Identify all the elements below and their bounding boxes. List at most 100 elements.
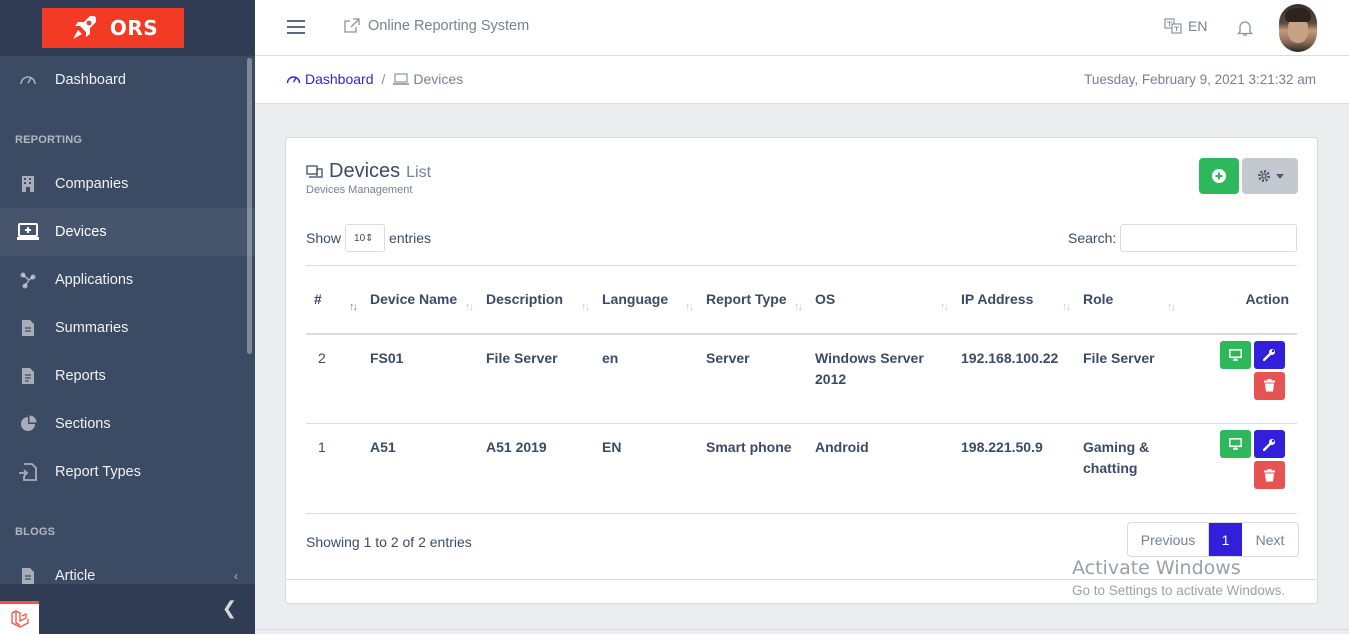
wrench-icon (1263, 349, 1275, 361)
col-header-language[interactable]: Language ↑↓ (594, 265, 698, 335)
sidebar-item-report-types[interactable]: Report Types (0, 448, 255, 496)
gear-icon (1257, 170, 1270, 182)
settings-dropdown-button[interactable] (1242, 158, 1298, 194)
breadcrumb-dashboard-link[interactable]: Dashboard (286, 71, 374, 87)
cell-num: 1 (306, 423, 362, 514)
col-header-num[interactable]: # ↑↓ (306, 265, 362, 335)
building-icon (17, 174, 39, 194)
card-subtitle: Devices Management (306, 184, 413, 196)
delete-device-button[interactable] (1254, 461, 1285, 489)
col-header-role[interactable]: Role ↑↓ (1075, 265, 1180, 335)
sidebar-item-dashboard[interactable]: Dashboard (0, 56, 255, 104)
sidebar-item-label: Companies (55, 176, 129, 192)
sidebar-footer: ❮ (0, 584, 255, 634)
col-header-os[interactable]: OS ↑↓ (807, 265, 953, 335)
show-label: Show (306, 230, 342, 246)
breadcrumb-dashboard-label: Dashboard (305, 71, 374, 87)
header-app-link[interactable]: Online Reporting System (344, 18, 529, 34)
sidebar-item-companies[interactable]: Companies (0, 160, 255, 208)
cell-report-type: Smart phone (698, 423, 807, 514)
sidebar-item-sections[interactable]: Sections (0, 400, 255, 448)
col-header-device-name[interactable]: Device Name ↑↓ (362, 265, 478, 335)
sort-icon: ↑↓ (1167, 300, 1176, 313)
cell-ip-address: 192.168.100.22 (953, 333, 1075, 424)
col-header-description[interactable]: Description ↑↓ (478, 265, 594, 335)
cell-language: EN (594, 423, 698, 514)
bell-icon[interactable] (1236, 19, 1254, 40)
laptop-icon (306, 164, 323, 178)
brand-text: ORS (109, 16, 159, 40)
pagination-page-1[interactable]: 1 (1209, 523, 1242, 556)
col-header-ip-address[interactable]: IP Address ↑↓ (953, 265, 1075, 335)
sidebar-item-label: Summaries (55, 320, 129, 336)
sidebar-item-label: Article (55, 568, 96, 584)
edit-device-button[interactable] (1254, 430, 1285, 458)
sidebar-item-reports[interactable]: Reports (0, 352, 255, 400)
breadcrumb-separator: / (381, 71, 386, 87)
footer-divider (255, 629, 1349, 630)
windows-activation-watermark: Activate Windows Go to Settings to activ… (1072, 557, 1285, 598)
cell-device-name: A51 (362, 423, 478, 514)
add-device-button[interactable] (1199, 158, 1239, 194)
card-title: Devices List (306, 160, 431, 183)
view-device-button[interactable] (1220, 430, 1251, 458)
sidebar-item-summaries[interactable]: Summaries (0, 304, 255, 352)
pagination-previous[interactable]: Previous (1128, 523, 1209, 556)
cell-actions (1180, 423, 1297, 514)
devices-table: # ↑↓ Device Name ↑↓ Description ↑↓ Language… (306, 265, 1297, 514)
trash-icon (1264, 468, 1275, 481)
col-header-report-type[interactable]: Report Type ↑↓ (698, 265, 807, 335)
document-icon (17, 318, 39, 338)
file-input-icon (17, 462, 39, 482)
laptop-icon (393, 72, 410, 85)
sort-icon: ↑↓ (794, 300, 803, 313)
sort-icon: ↑↓ (465, 300, 474, 313)
card-title-suffix: List (406, 164, 432, 181)
top-header: Online Reporting System EN (255, 0, 1349, 56)
translate-icon (1164, 18, 1182, 34)
entries-select[interactable]: 10 ⇕ (345, 224, 386, 252)
cell-num: 2 (306, 333, 362, 424)
pagination: Previous 1 Next (1127, 522, 1299, 557)
cell-description: A51 2019 (478, 423, 594, 514)
laptop-icon (17, 222, 39, 242)
cell-language: en (594, 333, 698, 424)
sidebar-brand[interactable]: ORS (0, 0, 255, 56)
watermark-subtitle: Go to Settings to activate Windows. (1072, 583, 1286, 598)
monitor-icon (1229, 438, 1242, 450)
sidebar-minimize-button[interactable]: ❮ (222, 598, 237, 619)
pagination-info: Showing 1 to 2 of 2 entries (306, 534, 472, 550)
pagination-next[interactable]: Next (1242, 523, 1298, 556)
laravel-icon[interactable] (0, 601, 39, 634)
sidebar-scrollbar[interactable] (247, 58, 252, 354)
sidebar-item-label: Devices (55, 224, 107, 240)
table-row: 2 FS01 File Server en Server Windows Ser… (306, 333, 1297, 424)
user-avatar[interactable] (1279, 4, 1317, 52)
cell-os: Android (807, 423, 953, 514)
chevron-left-icon: ‹ (234, 569, 238, 583)
edit-device-button[interactable] (1254, 340, 1285, 369)
delete-device-button[interactable] (1254, 371, 1285, 400)
brand-logo[interactable]: ORS (42, 8, 184, 48)
sidebar: ORS Dashboard REPORTING Companies Device… (0, 0, 255, 634)
cell-description: File Server (478, 333, 594, 424)
sidebar-item-applications[interactable]: Applications (0, 256, 255, 304)
sidebar-item-devices[interactable]: Devices (0, 208, 255, 256)
plus-circle-icon (1212, 169, 1226, 183)
breadcrumb-current: Devices (393, 71, 463, 87)
sidebar-item-label: Reports (55, 368, 106, 384)
sort-icon: ↑↓ (940, 300, 949, 313)
view-device-button[interactable] (1220, 340, 1251, 369)
speedometer-icon (286, 76, 301, 84)
devices-card: Devices List Devices Management Show 10 ⇕… (285, 137, 1318, 604)
entries-label: entries (389, 230, 432, 246)
caret-down-icon (1275, 173, 1284, 179)
language-switcher[interactable]: EN (1164, 18, 1207, 34)
watermark-title: Activate Windows (1072, 557, 1241, 579)
menu-toggle-button[interactable] (287, 20, 305, 38)
card-title-main: Devices (329, 160, 401, 182)
sidebar-item-label: Report Types (55, 464, 141, 480)
col-header-action: Action (1180, 265, 1297, 335)
subheader: Dashboard / Devices Tuesday, February 9,… (255, 56, 1349, 104)
search-input[interactable] (1120, 224, 1297, 252)
